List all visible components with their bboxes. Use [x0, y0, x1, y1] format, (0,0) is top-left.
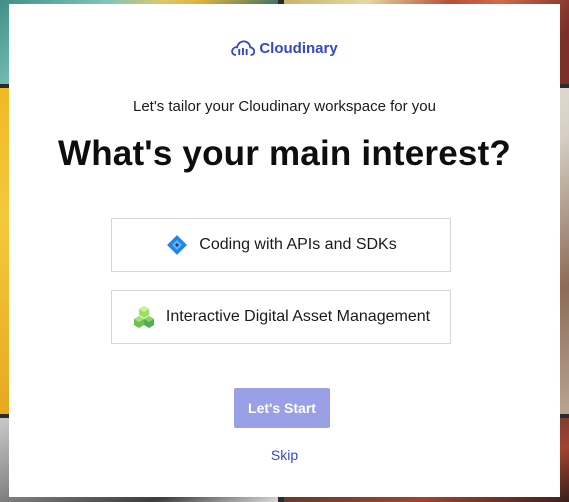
option-label: Coding with APIs and SDKs — [199, 236, 397, 253]
onboarding-modal: Cloudinary Let's tailor your Cloudinary … — [9, 4, 560, 497]
cubes-icon — [132, 305, 156, 329]
page-title: What's your main interest? — [57, 134, 512, 173]
page-subtitle: Let's tailor your Cloudinary workspace f… — [132, 98, 436, 115]
option-label: Interactive Digital Asset Management — [165, 308, 431, 325]
cloud-icon — [231, 40, 256, 56]
option-digital-asset-management[interactable]: Interactive Digital Asset Management — [111, 290, 451, 344]
logo-text: Cloudinary — [259, 39, 338, 57]
cloudinary-logo: Cloudinary — [9, 37, 560, 59]
code-diamond-icon — [165, 233, 189, 257]
lets-start-button[interactable]: Let's Start — [234, 388, 330, 428]
skip-link[interactable]: Skip — [9, 447, 560, 463]
option-coding-apis[interactable]: Coding with APIs and SDKs — [111, 218, 451, 272]
